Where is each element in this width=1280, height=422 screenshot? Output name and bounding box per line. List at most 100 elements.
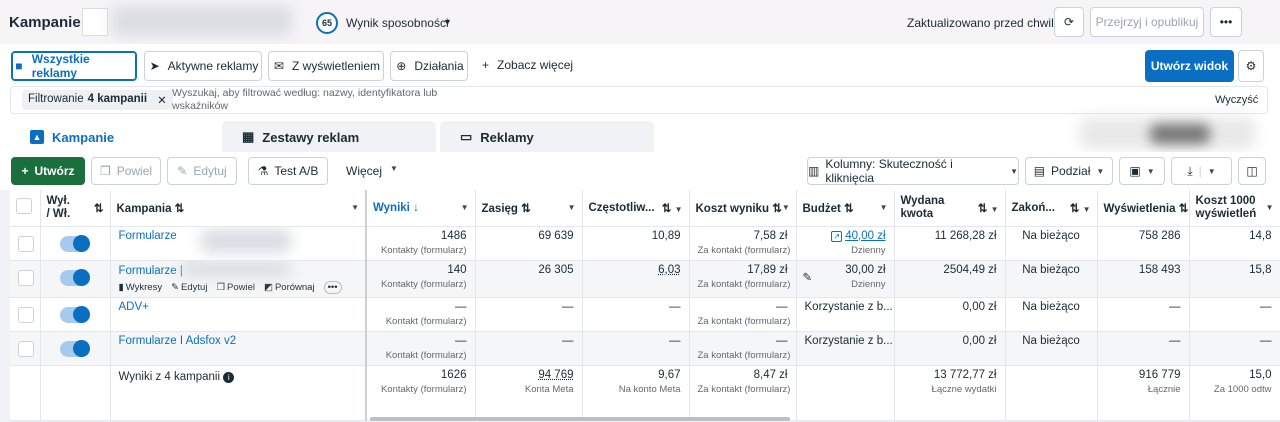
duplicate-button[interactable]: ❐ Powiel	[91, 157, 161, 185]
reach-value: —	[562, 300, 574, 313]
folder-icon: ■	[15, 59, 23, 73]
chevron-down-icon[interactable]: ▼	[443, 17, 452, 27]
cost-sub: Za kontakt (formularz)	[697, 278, 791, 290]
campaign-toggle[interactable]	[60, 234, 90, 252]
row-checkbox[interactable]	[18, 340, 34, 357]
columns-dropdown[interactable]: ▥ Kolumny: Skuteczność i kliknięcia ▼	[807, 157, 1019, 185]
impressions-value: 758 286	[1138, 229, 1181, 242]
campaigns-table: Wył. / Wł. ⇅ Kampania ⇅ ▼ Wyniki ↓ ▼ Zasięg …	[10, 190, 1280, 421]
tab-ads[interactable]: ▭ Reklamy	[440, 121, 654, 153]
table-row[interactable]: Formularze I Adsfox v2 — Kontakt (formula…	[10, 331, 1280, 366]
filter-active-ads[interactable]: ➤ Aktywne reklamy	[144, 51, 262, 81]
table-row[interactable]: Formularze 1486 Kontakty (formularz) 69 6…	[10, 226, 1280, 261]
col-spent[interactable]: Wydana kwota ⇅ ▼	[894, 190, 1006, 227]
col-cost[interactable]: Koszt wyniku ⇅ ▼	[689, 190, 797, 227]
col-budget[interactable]: Budżet ⇅ ▼	[796, 190, 895, 227]
edit-button[interactable]: ✎ Edytuj	[167, 157, 237, 185]
chevron-down-icon: ▼	[390, 164, 398, 173]
clear-filters-link[interactable]: Wyczyść	[1215, 94, 1258, 106]
review-publish-button[interactable]: Przejrzyj i opublikuj	[1090, 7, 1204, 37]
horizontal-scrollbar[interactable]	[370, 417, 790, 421]
reach-value: 69 639	[538, 229, 574, 242]
col-onoff[interactable]: Wył. / Wł. ⇅	[40, 190, 111, 227]
total-reach-sub: Konta Meta	[524, 383, 574, 395]
campaign-toggle[interactable]	[60, 305, 90, 323]
more-options-button[interactable]: •••	[1210, 7, 1242, 37]
filter-all-ads[interactable]: ■ Wszystkie reklamy	[11, 51, 137, 81]
compare-action[interactable]: ◩ Porównaj	[264, 281, 315, 294]
ends-value: Na bieżąco	[1022, 263, 1080, 276]
search-input[interactable]: Wyszukaj, aby filtrować według: nazwy, i…	[172, 87, 437, 113]
budget-value[interactable]: 40,00 zł	[845, 230, 885, 242]
download-icon: ⤓	[1187, 163, 1193, 178]
filter-actions[interactable]: ⊕ Działania	[390, 51, 468, 81]
send-icon: ➤	[149, 59, 160, 73]
frequency-value: 10,89	[651, 229, 681, 242]
results-value: —	[455, 300, 467, 313]
budget-icon: ↗	[831, 230, 843, 242]
row-checkbox[interactable]	[18, 269, 34, 286]
totals-label: Wyniki z 4 kampanii	[118, 370, 221, 383]
impressions-value: —	[1169, 300, 1181, 313]
total-cpm-sub: Za 1000 odtw	[1213, 383, 1272, 395]
ab-test-button[interactable]: ⚗ Test A/B	[248, 157, 328, 185]
opportunity-score-badge[interactable]: 65	[316, 12, 338, 34]
table-row[interactable]: Formularze | ▮ Wykresy ✎ Edytuj ❐ Powiel ◩ P…	[10, 260, 1280, 298]
filter-chip[interactable]: Filtrowanie 4 kampanii ✕	[22, 90, 173, 110]
total-spent: 13 772,77 zł	[933, 368, 997, 381]
cost-value: —	[776, 300, 788, 313]
pencil-icon: ✎	[177, 164, 188, 178]
table-row[interactable]: ADV+ — Kontakt (formularz) — — — Za kontak…	[10, 297, 1280, 332]
col-results[interactable]: Wyniki ↓ ▼	[366, 190, 476, 227]
charts-button[interactable]: ◫	[1238, 157, 1266, 185]
copy-icon: ❐	[216, 281, 225, 293]
col-reach[interactable]: Zasięg ⇅ ▼	[475, 190, 583, 227]
sort-icon: ⇅	[661, 202, 672, 215]
pencil-icon: ✎	[171, 281, 180, 293]
account-logo[interactable]	[82, 8, 108, 36]
more-dropdown[interactable]: Więcej ▼	[346, 164, 398, 178]
sort-icon: ⇅	[844, 202, 854, 215]
select-all-checkbox[interactable]	[16, 198, 32, 215]
cpm-value: 14,8	[1249, 229, 1272, 242]
breakdown-dropdown[interactable]: ▤ Podział ▼	[1025, 157, 1113, 185]
spent-value: 0,00 zł	[962, 334, 997, 347]
col-impressions[interactable]: Wyświetlenia ⇅▼	[1097, 190, 1190, 227]
pencil-icon[interactable]: ✎	[803, 270, 813, 284]
create-button[interactable]: + Utwórz	[11, 157, 85, 185]
sort-icon: ⇅	[772, 202, 782, 215]
campaign-toggle[interactable]	[60, 268, 90, 286]
edit-action[interactable]: ✎ Edytuj	[171, 281, 207, 294]
tab-campaigns[interactable]: ▲ Kampanie	[10, 121, 222, 153]
opportunity-score-label[interactable]: Wynik sposobności	[346, 16, 449, 30]
campaign-icon: ▲	[30, 130, 44, 144]
row-checkbox[interactable]	[18, 235, 34, 252]
tab-ad-sets[interactable]: ▦ Zestawy reklam	[222, 121, 436, 153]
create-view-button[interactable]: Utwórz widok	[1145, 50, 1234, 82]
col-ends[interactable]: Zakoń... ⇅ ▼	[1005, 190, 1098, 227]
spent-value: 11 268,28 zł	[934, 229, 997, 242]
col-campaign[interactable]: Kampania ⇅ ▼	[110, 190, 367, 227]
more-actions-button[interactable]: •••	[323, 280, 342, 294]
col-cpm[interactable]: Koszt 1000 wyświetleń ▼	[1189, 190, 1280, 227]
campaign-name-link[interactable]: ADV+	[119, 301, 358, 313]
select-all-cell[interactable]	[10, 190, 41, 227]
total-cost: 8,47 zł	[753, 368, 788, 381]
export-dropdown[interactable]: ⤓ | ▼	[1171, 157, 1232, 185]
col-frequency[interactable]: Częstotliw... ⇅ ▼	[582, 190, 690, 227]
row-checkbox[interactable]	[18, 306, 34, 323]
chevron-down-icon: ▼	[1096, 166, 1105, 176]
filter-with-impressions[interactable]: ✉ Z wyświetleniem	[268, 51, 384, 81]
duplicate-action[interactable]: ❐ Powiel	[216, 281, 255, 294]
total-results: 1626	[440, 368, 467, 381]
info-icon[interactable]: i	[223, 371, 235, 383]
reports-dropdown[interactable]: ▣ ▼	[1119, 157, 1165, 185]
charts-action[interactable]: ▮ Wykresy	[119, 281, 163, 294]
close-icon[interactable]: ✕	[157, 93, 167, 107]
see-more-filters[interactable]: + Zobacz więcej	[482, 58, 573, 72]
campaign-toggle[interactable]	[60, 339, 90, 357]
campaign-name-link[interactable]: Formularze I Adsfox v2	[119, 335, 358, 347]
refresh-button[interactable]: ⟳	[1054, 7, 1084, 37]
ends-value: Na bieżąco	[1022, 229, 1080, 242]
view-settings-button[interactable]: ⚙	[1238, 50, 1264, 82]
